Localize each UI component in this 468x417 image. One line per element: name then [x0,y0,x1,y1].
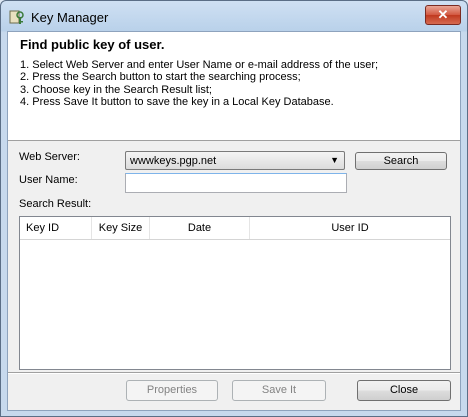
search-result-label: Search Result: [19,198,92,210]
instruction-item: 4. Press Save It button to save the key … [20,95,334,108]
web-server-select[interactable]: wwwkeys.pgp.net ▼ [125,151,345,170]
user-name-input[interactable] [125,173,347,193]
web-server-value: wwwkeys.pgp.net [130,155,217,167]
title-bar[interactable]: Key Manager ✕ [1,1,467,31]
instruction-item: 1. Select Web Server and enter User Name… [20,59,379,71]
search-button[interactable]: Search [355,152,447,170]
search-result-list[interactable]: Key ID Key Size Date User ID [19,216,451,370]
page-title: Find public key of user. [20,37,165,52]
column-date[interactable]: Date [150,217,250,239]
instruction-item: 3. Choose key in the Search Result list; [20,83,212,96]
instructions-panel: Find public key of user. 1. Select Web S… [8,32,460,141]
chevron-down-icon[interactable]: ▼ [330,155,339,165]
user-name-label: User Name: [19,174,78,186]
close-window-button[interactable]: ✕ [425,5,461,25]
web-server-label: Web Server: [19,151,80,163]
close-button[interactable]: Close [357,380,451,401]
column-key-id[interactable]: Key ID [20,217,92,239]
dialog-body: Find public key of user. 1. Select Web S… [7,31,461,411]
instruction-item: 2. Press the Search button to start the … [20,71,301,84]
footer-separator [8,372,460,374]
save-it-button[interactable]: Save It [232,380,326,401]
column-user-id[interactable]: User ID [250,217,450,239]
key-manager-icon [9,10,24,24]
properties-button[interactable]: Properties [126,380,218,401]
column-key-size[interactable]: Key Size [92,217,150,239]
instructions-list: 1. Select Web Server and enter User Name… [20,59,378,108]
window-title: Key Manager [31,10,109,25]
list-header: Key ID Key Size Date User ID [20,217,450,240]
key-manager-window: Key Manager ✕ Find public key of user. 1… [0,0,468,417]
